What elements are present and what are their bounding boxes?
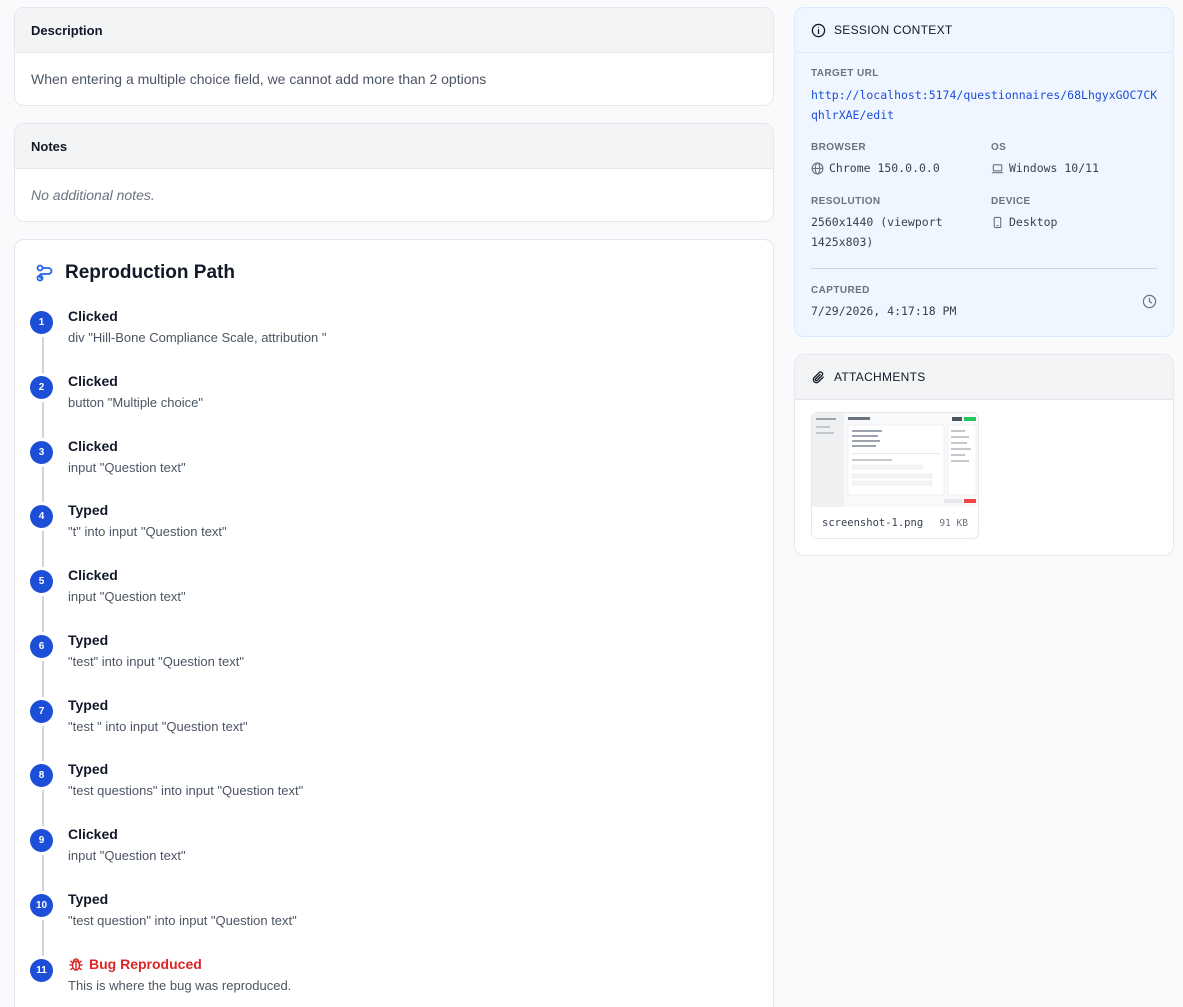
thumbnail-preview-icon bbox=[812, 413, 978, 507]
target-url-link[interactable]: http://localhost:5174/questionnaires/68L… bbox=[811, 85, 1157, 125]
description-header: Description bbox=[15, 8, 773, 53]
route-icon bbox=[35, 263, 55, 283]
os-value: Windows 10/11 bbox=[991, 158, 1099, 178]
device-label: DEVICE bbox=[991, 196, 1031, 207]
step-number: 11 bbox=[30, 959, 53, 982]
bug-reproduced-label: Bug Reproduced bbox=[68, 956, 202, 972]
notes-card: Notes No additional notes. bbox=[14, 123, 774, 222]
globe-icon bbox=[811, 162, 824, 175]
step-detail: "test questions" into input "Question te… bbox=[68, 783, 304, 798]
info-icon bbox=[811, 23, 826, 38]
step-detail: "test question" into input "Question tex… bbox=[68, 913, 297, 928]
notes-header: Notes bbox=[15, 124, 773, 169]
browser-text: Chrome 150.0.0.0 bbox=[829, 161, 940, 175]
device-text: Desktop bbox=[1009, 215, 1058, 229]
bug-reproduced-text: Bug Reproduced bbox=[89, 956, 202, 972]
resolution-value: 2560x1440 (viewport 1425x803) bbox=[811, 212, 943, 252]
step-detail: "test" into input "Question text" bbox=[68, 654, 244, 669]
target-url-line2: qhlrXAE/edit bbox=[811, 108, 895, 122]
description-text: When entering a multiple choice field, w… bbox=[31, 71, 487, 87]
step-number: 3 bbox=[30, 441, 53, 464]
device-value: Desktop bbox=[991, 212, 1057, 232]
step-number: 8 bbox=[30, 764, 53, 787]
step-action: Clicked bbox=[68, 567, 118, 583]
attachment-item[interactable]: screenshot-1.png 91 KB bbox=[811, 412, 979, 539]
step-detail: input "Question text" bbox=[68, 848, 186, 863]
resolution-label: RESOLUTION bbox=[811, 196, 881, 207]
session-context-header: SESSION CONTEXT bbox=[795, 8, 1173, 53]
attachment-size: 91 KB bbox=[939, 517, 968, 529]
context-divider bbox=[811, 268, 1157, 269]
step-detail: input "Question text" bbox=[68, 460, 186, 475]
step-action: Clicked bbox=[68, 438, 118, 454]
browser-value: Chrome 150.0.0.0 bbox=[811, 158, 940, 178]
target-url-line1: http://localhost:5174/questionnaires/68L… bbox=[811, 88, 1158, 102]
step-action: Typed bbox=[68, 502, 109, 518]
step-number: 7 bbox=[30, 700, 53, 723]
step-detail: button "Multiple choice" bbox=[68, 395, 203, 410]
step-number: 5 bbox=[30, 570, 53, 593]
clock-icon bbox=[1142, 294, 1157, 309]
resolution-line2: 1425x803) bbox=[811, 235, 874, 249]
reproduction-path-title: Reproduction Path bbox=[35, 262, 235, 284]
step-number: 10 bbox=[30, 894, 53, 917]
attachment-thumbnail bbox=[812, 413, 978, 507]
step-action: Typed bbox=[68, 761, 109, 777]
session-context-title: SESSION CONTEXT bbox=[834, 23, 953, 37]
attachment-filename: screenshot-1.png bbox=[822, 517, 924, 529]
step-detail: This is where the bug was reproduced. bbox=[68, 978, 292, 993]
attachments-title: ATTACHMENTS bbox=[834, 370, 926, 384]
step-detail: "t" into input "Question text" bbox=[68, 524, 227, 539]
resolution-line1: 2560x1440 (viewport bbox=[811, 215, 943, 229]
os-text: Windows 10/11 bbox=[1009, 161, 1100, 175]
attachment-meta: screenshot-1.png 91 KB bbox=[812, 507, 978, 538]
phone-icon bbox=[991, 216, 1004, 229]
attachments-card: ATTACHMENTS screenshot-1.png 91 KB bbox=[794, 354, 1174, 556]
step-number: 9 bbox=[30, 829, 53, 852]
step-detail: "test " into input "Question text" bbox=[68, 719, 248, 734]
step-action: Clicked bbox=[68, 826, 118, 842]
session-context-card: SESSION CONTEXT TARGET URL http://localh… bbox=[794, 7, 1174, 337]
reproduction-path-card: Reproduction Path bbox=[14, 239, 774, 1007]
browser-label: BROWSER bbox=[811, 142, 867, 153]
step-number: 1 bbox=[30, 311, 53, 334]
step-action: Clicked bbox=[68, 373, 118, 389]
step-detail: input "Question text" bbox=[68, 589, 186, 604]
step-number: 2 bbox=[30, 376, 53, 399]
os-label: OS bbox=[991, 142, 1007, 153]
notes-text: No additional notes. bbox=[31, 187, 155, 203]
step-detail: div "Hill-Bone Compliance Scale, attribu… bbox=[68, 330, 327, 345]
step-action: Clicked bbox=[68, 308, 118, 324]
bug-icon bbox=[68, 956, 84, 972]
reproduction-path-label: Reproduction Path bbox=[65, 262, 235, 283]
laptop-icon bbox=[991, 162, 1004, 175]
captured-value: 7/29/2026, 4:17:18 PM bbox=[811, 304, 957, 318]
paperclip-icon bbox=[811, 370, 826, 385]
target-url-label: TARGET URL bbox=[811, 68, 879, 79]
captured-label: CAPTURED bbox=[811, 285, 870, 296]
step-action: Typed bbox=[68, 632, 109, 648]
description-card: Description When entering a multiple cho… bbox=[14, 7, 774, 106]
attachments-header: ATTACHMENTS bbox=[795, 355, 1173, 400]
step-number: 4 bbox=[30, 505, 53, 528]
step-action: Typed bbox=[68, 697, 109, 713]
step-action: Typed bbox=[68, 891, 109, 907]
step-number: 6 bbox=[30, 635, 53, 658]
